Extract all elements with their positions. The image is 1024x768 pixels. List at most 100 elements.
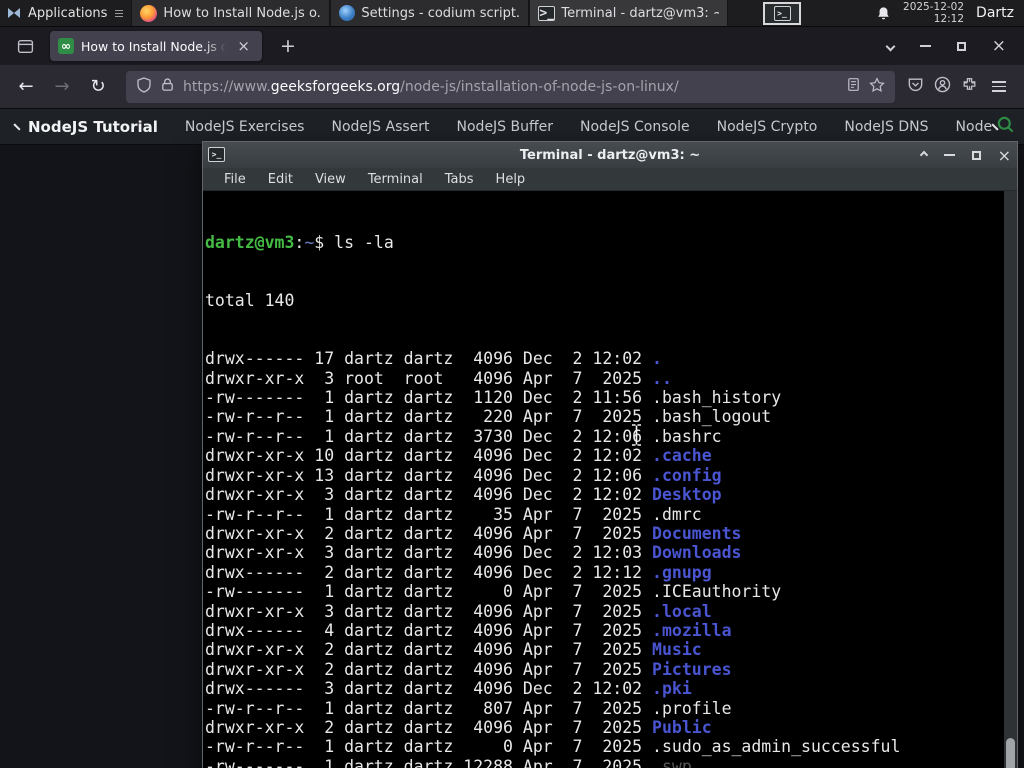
terminal-line: drwxr-xr-x 2 dartz dartz 4096 Apr 7 2025… <box>205 640 702 660</box>
window-maximize-button[interactable] <box>956 41 966 51</box>
directory-name: .cache <box>652 446 712 466</box>
terminal-maximize-button[interactable] <box>971 150 981 160</box>
reader-mode-icon[interactable] <box>846 77 861 96</box>
list-all-tabs-icon[interactable] <box>885 41 896 51</box>
site-subnav: NodeJS Tutorial NodeJS Exercises NodeJS … <box>0 109 1024 145</box>
taskbar-item-firefox[interactable]: How to Install Node.js o... <box>131 0 331 26</box>
top-panel: Applications How to Install Node.js o...… <box>0 0 1024 27</box>
tracking-shield-icon[interactable] <box>136 76 152 97</box>
tab-close-icon[interactable]: × <box>233 37 254 56</box>
forward-button[interactable]: → <box>46 72 78 102</box>
taskbar-item-terminal[interactable]: >_ Terminal - dartz@vm3: ~ <box>529 0 729 26</box>
file-name: .ICEauthority <box>652 582 782 602</box>
distro-logo-icon <box>6 5 22 21</box>
file-name: .bash_logout <box>652 407 772 427</box>
terminal-line: drwxr-xr-x 3 dartz dartz 4096 Dec 2 12:0… <box>205 485 722 505</box>
chevron-left-icon[interactable] <box>13 122 21 131</box>
sitenav-link[interactable]: NodeJS Assert <box>331 119 429 135</box>
sitenav-link[interactable]: NodeJS DNS <box>844 119 928 135</box>
terminal-body[interactable]: dartz@vm3:~$ ls -la total 140 drwx------… <box>203 191 1017 768</box>
terminal-shade-button[interactable] <box>919 150 928 160</box>
file-name: .swp <box>652 756 692 768</box>
terminal-scrollbar-thumb[interactable] <box>1006 738 1015 768</box>
terminal-prompt-line: dartz@vm3:~$ ls -la <box>205 232 394 252</box>
tabbar-right-controls: × <box>885 37 1014 55</box>
back-button[interactable]: ← <box>10 72 42 102</box>
browser-tab-active[interactable]: ∞ How to Install Node.js on × <box>50 31 262 61</box>
sitenav-link[interactable]: NodeJS Buffer <box>457 119 554 135</box>
new-tab-button[interactable]: + <box>272 35 304 57</box>
menu-terminal[interactable]: Terminal <box>357 172 434 187</box>
terminal-line: -rw-r--r-- 1 dartz dartz 807 Apr 7 2025 … <box>205 698 732 718</box>
terminal-line: -rw------- 1 dartz dartz 0 Apr 7 2025 .I… <box>205 582 782 602</box>
terminal-line: -rw-r--r-- 1 dartz dartz 35 Apr 7 2025 .… <box>205 504 702 524</box>
terminal-line: -rw------- 1 dartz dartz 12288 Apr 7 202… <box>205 757 1004 768</box>
extensions-puzzle-icon[interactable] <box>961 76 978 97</box>
terminal-total-line: total 140 <box>205 291 295 311</box>
terminal-line: -rw-r--r-- 1 dartz dartz 3730 Dec 2 12:0… <box>205 426 722 446</box>
menu-tabs[interactable]: Tabs <box>434 172 485 187</box>
terminal-window-title: Terminal - dartz@vm3: ~ <box>519 147 701 163</box>
terminal-window-controls: × <box>919 142 1011 168</box>
sitenav-link[interactable]: NodeJS Console <box>580 119 690 135</box>
firefox-tab-bar: ∞ How to Install Node.js on × + × <box>0 27 1024 65</box>
applications-label: Applications <box>28 5 108 21</box>
terminal-window: >_ Terminal - dartz@vm3: ~ × File Edit V… <box>202 141 1018 768</box>
search-icon[interactable] <box>996 115 1015 138</box>
panel-clock[interactable]: 2025-12-02 12:12 <box>903 1 964 25</box>
taskbar-item-vscodium[interactable]: Settings - codium script... <box>330 0 530 26</box>
file-name: .bashrc <box>652 426 722 446</box>
sitenav-link[interactable]: Node <box>956 119 993 135</box>
bookmark-star-icon[interactable] <box>869 76 885 97</box>
sitenav-back-link[interactable]: NodeJS Tutorial <box>28 118 158 136</box>
terminal-line: drwx------ 17 dartz dartz 4096 Dec 2 12:… <box>205 349 662 369</box>
clock-date: 2025-12-02 <box>903 1 965 13</box>
terminal-line: -rw-r--r-- 1 dartz dartz 0 Apr 7 2025 .s… <box>205 737 901 757</box>
menu-edit[interactable]: Edit <box>257 172 304 187</box>
directory-name: Public <box>652 717 712 737</box>
file-name: .bash_history <box>652 388 782 408</box>
menu-view[interactable]: View <box>304 172 357 187</box>
menu-lines-icon <box>115 9 124 17</box>
terminal-minimize-button[interactable] <box>943 154 955 156</box>
app-menu-hamburger-icon[interactable] <box>988 77 1010 96</box>
reload-button[interactable]: ↻ <box>82 72 114 102</box>
workspace-switcher[interactable]: >_ <box>763 2 801 25</box>
terminal-line: drwxr-xr-x 10 dartz dartz 4096 Dec 2 12:… <box>205 446 712 466</box>
file-name: .sudo_as_admin_successful <box>652 737 901 757</box>
terminal-titlebar[interactable]: >_ Terminal - dartz@vm3: ~ × <box>203 142 1017 168</box>
url-bar[interactable]: https://www.geeksforgeeks.org/node-js/in… <box>126 70 895 103</box>
sitenav-link[interactable]: NodeJS Crypto <box>717 119 818 135</box>
terminal-close-button[interactable]: × <box>998 147 1011 164</box>
directory-name: .. <box>652 368 672 388</box>
terminal-line: drwx------ 4 dartz dartz 4096 Apr 7 2025… <box>205 620 732 640</box>
tab-title: How to Install Node.js on <box>81 38 227 54</box>
directory-name: Pictures <box>652 659 732 679</box>
terminal-icon: >_ <box>773 6 791 21</box>
menu-help[interactable]: Help <box>485 172 537 187</box>
terminal-output: drwx------ 17 dartz dartz 4096 Dec 2 12:… <box>205 349 1004 768</box>
lock-icon[interactable] <box>160 77 175 96</box>
pocket-icon[interactable] <box>907 76 924 97</box>
applications-menu-button[interactable]: Applications <box>0 0 131 26</box>
vscodium-icon <box>339 5 356 21</box>
notification-bell-icon[interactable] <box>876 6 891 21</box>
window-close-button[interactable]: × <box>992 37 1006 55</box>
firefox-view-button[interactable] <box>10 33 40 59</box>
terminal-line: drwxr-xr-x 2 dartz dartz 4096 Apr 7 2025… <box>205 717 712 737</box>
terminal-line: drwx------ 3 dartz dartz 4096 Dec 2 12:0… <box>205 679 692 699</box>
geeksforgeeks-favicon-icon: ∞ <box>58 38 74 54</box>
taskbar-item-label: Settings - codium script... <box>361 5 521 21</box>
terminal-line: drwxr-xr-x 2 dartz dartz 4096 Apr 7 2025… <box>205 659 732 679</box>
window-minimize-button[interactable] <box>919 45 931 47</box>
account-icon[interactable] <box>934 76 951 97</box>
file-name: .dmrc <box>652 504 702 524</box>
terminal-line: drwxr-xr-x 3 dartz dartz 4096 Apr 7 2025… <box>205 601 712 621</box>
menu-file[interactable]: File <box>213 172 257 187</box>
terminal-icon: >_ <box>208 147 225 162</box>
sitenav-link[interactable]: NodeJS Exercises <box>185 119 305 135</box>
directory-name: Desktop <box>652 485 722 505</box>
panel-user-label: Dartz <box>976 5 1014 21</box>
terminal-scrollbar[interactable] <box>1004 191 1017 768</box>
directory-name: Downloads <box>652 543 742 563</box>
